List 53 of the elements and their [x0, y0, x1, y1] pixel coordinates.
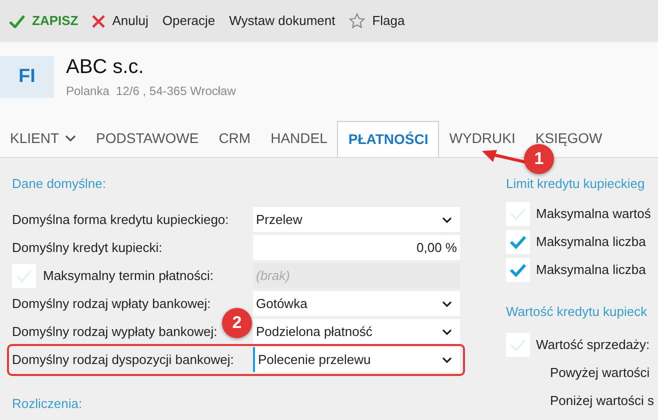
company-name: ABC s.c.	[66, 54, 145, 78]
tab[interactable]: CRM	[208, 120, 261, 157]
checkbox[interactable]	[506, 258, 530, 282]
tab[interactable]: PŁATNOŚCI	[337, 121, 440, 157]
tab[interactable]: PODSTAWOWE	[86, 120, 209, 157]
chevron-down-icon	[442, 300, 452, 306]
flag-button[interactable]: Flaga	[349, 11, 405, 31]
field-label: Maksymalna wartoś	[536, 204, 651, 223]
tab[interactable]: HANDEL	[260, 120, 338, 157]
section-heading: Rozliczenia:	[12, 394, 84, 412]
section-heading: Wartość kredytu kupieck	[506, 302, 648, 321]
field-label: Powyżej wartości	[549, 364, 650, 382]
avatar-initials: FI	[0, 56, 54, 98]
field-label: Domyślna forma kredytu kupieckiego:	[12, 210, 229, 229]
input-field[interactable]: 0,00 %	[253, 235, 460, 260]
checkbox[interactable]	[506, 333, 530, 357]
field-label: Domyślny kredyt kupiecki:	[12, 238, 162, 257]
field-label: Maksymalna liczba	[536, 232, 646, 251]
section-heading: Limit kredytu kupieckieg	[506, 175, 646, 193]
cancel-button[interactable]: Anuluj	[92, 11, 148, 31]
dropdown[interactable]: Gotówka	[253, 291, 460, 316]
checkbox[interactable]	[506, 230, 530, 254]
field-label: Maksymalna liczba	[536, 260, 646, 279]
close-icon	[92, 14, 106, 28]
chevron-down-icon	[442, 328, 452, 334]
field-label: Domyślny rodzaj wypłaty bankowej:	[12, 322, 218, 341]
dropdown[interactable]: Polecenie przelewu	[253, 347, 460, 372]
field-label: Wartość sprzedaży:	[536, 336, 650, 354]
tab[interactable]: WYDRUKI	[439, 120, 526, 157]
checkbox[interactable]	[506, 202, 530, 226]
callout-badge: 2	[222, 308, 252, 338]
star-icon	[349, 13, 366, 29]
toolbar-button[interactable]: Operacje	[162, 11, 216, 31]
faint-checkmark-icon	[15, 268, 33, 282]
checkmark-icon	[509, 234, 527, 248]
company-address: Polanka 12/6 , 54-365 Wrocław	[66, 82, 236, 100]
checkmark-icon	[509, 262, 527, 276]
checkbox[interactable]	[12, 264, 36, 288]
field-label: Domyślny rodzaj dyspozycji bankowej:	[12, 350, 234, 369]
tab[interactable]: KLIENT	[0, 120, 86, 157]
faint-checkmark-icon	[509, 206, 527, 220]
section-heading: Dane domyślne:	[12, 175, 107, 193]
faint-checkmark-icon	[509, 338, 527, 352]
dropdown[interactable]: Podzielona płatność	[253, 319, 460, 344]
dropdown[interactable]: Przelew	[253, 207, 460, 232]
chevron-down-icon	[442, 356, 452, 362]
arrow	[482, 150, 526, 164]
field-label: Domyślny rodzaj wpłaty bankowej:	[12, 294, 211, 313]
toolbar-button[interactable]: Wystaw dokument	[229, 11, 336, 31]
chevron-down-icon	[442, 216, 452, 222]
field-label: Poniżej wartości s	[549, 392, 654, 410]
field-label: Maksymalny termin płatności:	[43, 266, 214, 285]
checkmark-icon	[9, 14, 25, 28]
